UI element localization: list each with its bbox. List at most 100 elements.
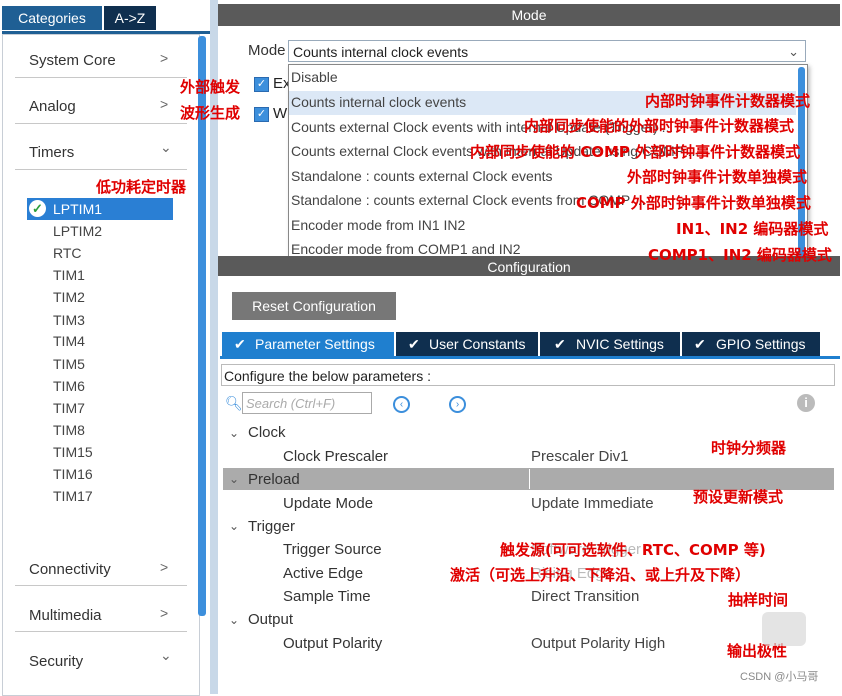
chevron-right-icon[interactable]: > xyxy=(160,50,168,66)
group-preload[interactable]: Preload xyxy=(248,471,300,488)
mode-header: Mode xyxy=(218,4,840,26)
param-clock-prescaler-value[interactable]: Prescaler Div1 xyxy=(531,448,629,465)
timer-item-tim5[interactable]: TIM5 xyxy=(53,356,85,372)
timer-item-tim16[interactable]: TIM16 xyxy=(53,466,93,482)
chevron-down-icon[interactable]: ⌄ xyxy=(229,519,239,533)
divider xyxy=(15,169,187,170)
annotation-opt-standalone-comp: COMP 外部时钟事件计数单独模式 xyxy=(576,194,811,212)
timer-item-lptim1[interactable]: ✓ LPTIM1 xyxy=(27,198,173,220)
mode-select[interactable]: Counts internal clock events ⌄ xyxy=(288,40,806,62)
chevron-down-icon[interactable]: ⌄ xyxy=(160,647,172,664)
divider xyxy=(529,469,530,489)
search-next-icon[interactable]: › xyxy=(449,396,466,413)
tab-label: GPIO Settings xyxy=(716,336,806,352)
tab-user-constants[interactable]: ✔ User Constants xyxy=(396,332,538,356)
timer-item-tim17[interactable]: TIM17 xyxy=(53,488,93,504)
option-disable[interactable]: Disable xyxy=(291,69,338,85)
left-scrollbar[interactable] xyxy=(198,36,206,616)
option-encoder-comp1-in2[interactable]: Encoder mode from COMP1 and IN2 xyxy=(291,241,521,257)
annotation-opt-ext-sync: 内部同步使能的外部时钟事件计数器模式 xyxy=(524,117,795,135)
divider xyxy=(15,123,187,124)
left-pane: Categories A->Z System Core > Analog > T… xyxy=(0,0,210,696)
option-standalone[interactable]: Standalone : counts external Clock event… xyxy=(291,168,553,184)
timer-label: LPTIM1 xyxy=(53,201,103,217)
param-trigger-source-name: Trigger Source xyxy=(283,541,382,558)
timer-item-tim7[interactable]: TIM7 xyxy=(53,400,85,416)
configure-hint: Configure the below parameters : xyxy=(221,364,835,386)
checkbox-waveform-label: W xyxy=(273,105,288,122)
category-multimedia[interactable]: Multimedia xyxy=(29,607,102,624)
timer-item-tim15[interactable]: TIM15 xyxy=(53,444,93,460)
timer-item-tim4[interactable]: TIM4 xyxy=(53,333,85,349)
param-output-polarity-value[interactable]: Output Polarity High xyxy=(531,635,665,652)
annotation-waveform: 波形生成 xyxy=(180,104,241,122)
param-sample-time-name: Sample Time xyxy=(283,588,371,605)
search-prev-icon[interactable]: ‹ xyxy=(393,396,410,413)
option-encoder-in1-in2[interactable]: Encoder mode from IN1 IN2 xyxy=(291,217,465,233)
annotation-edge: 激活（可选上升沿、下降沿、或上升及下降） xyxy=(450,566,751,584)
mode-select-value: Counts internal clock events xyxy=(293,44,469,60)
watermark: CSDN @小马哥 xyxy=(740,671,819,683)
check-circle-icon: ✔ xyxy=(554,336,566,352)
category-connectivity[interactable]: Connectivity xyxy=(29,561,111,578)
annotation-opt-encoder-comp: COMP1、IN2 编码器模式 xyxy=(648,246,832,264)
tab-nvic-settings[interactable]: ✔ NVIC Settings xyxy=(540,332,680,356)
tab-a-z[interactable]: A->Z xyxy=(104,6,156,30)
chevron-down-icon[interactable]: ⌄ xyxy=(160,139,172,156)
chevron-right-icon[interactable]: > xyxy=(160,96,168,112)
group-output[interactable]: Output xyxy=(248,611,293,628)
annotation-sample: 抽样时间 xyxy=(728,591,789,609)
chevron-down-icon[interactable]: ⌄ xyxy=(229,426,239,440)
checkbox-ext-trigger[interactable]: ✓ xyxy=(254,77,269,92)
annotation-opt-internal: 内部时钟事件计数器模式 xyxy=(645,92,811,110)
param-active-edge-name: Active Edge xyxy=(283,565,364,582)
mode-label: Mode xyxy=(248,42,286,59)
timer-item-tim8[interactable]: TIM8 xyxy=(53,422,85,438)
chevron-down-icon: ⌄ xyxy=(788,44,799,59)
annotation-low-power-timer: 低功耗定时器 xyxy=(96,178,187,196)
annotation-opt-encoder: IN1、IN2 编码器模式 xyxy=(676,220,829,238)
tab-categories[interactable]: Categories xyxy=(2,6,102,30)
category-security[interactable]: Security xyxy=(29,653,83,670)
tab-gpio-settings[interactable]: ✔ GPIO Settings xyxy=(682,332,820,356)
param-sample-time-value[interactable]: Direct Transition xyxy=(531,588,639,605)
group-trigger[interactable]: Trigger xyxy=(248,518,295,535)
chevron-down-icon[interactable]: ⌄ xyxy=(229,613,239,627)
info-icon[interactable]: i xyxy=(797,394,815,412)
search-input[interactable]: Search (Ctrl+F) xyxy=(242,392,372,414)
check-circle-icon: ✓ xyxy=(29,200,46,217)
timer-item-tim1[interactable]: TIM1 xyxy=(53,267,85,283)
tab-label: User Constants xyxy=(429,336,526,352)
tab-parameter-settings[interactable]: ✔ Parameter Settings xyxy=(222,332,394,356)
divider xyxy=(15,585,187,586)
timer-item-rtc[interactable]: RTC xyxy=(53,245,82,261)
category-system-core[interactable]: System Core xyxy=(29,52,116,69)
annotation-trigger-src: 触发源(可可选软件、RTC、COMP 等) xyxy=(500,541,766,559)
timer-item-lptim2[interactable]: LPTIM2 xyxy=(53,223,102,239)
chevron-right-icon[interactable]: > xyxy=(160,605,168,621)
category-timers[interactable]: Timers xyxy=(29,144,74,161)
timer-item-tim6[interactable]: TIM6 xyxy=(53,378,85,394)
annotation-preload-mode: 预设更新模式 xyxy=(693,488,784,506)
timer-item-tim3[interactable]: TIM3 xyxy=(53,312,85,328)
tab-label: Parameter Settings xyxy=(255,336,375,352)
chevron-down-icon[interactable]: ⌄ xyxy=(229,472,239,486)
annotation-ext-trigger: 外部触发 xyxy=(180,78,241,96)
check-circle-icon: ✔ xyxy=(408,336,420,352)
reset-configuration-button[interactable]: Reset Configuration xyxy=(232,292,396,320)
option-internal-clock[interactable]: Counts internal clock events xyxy=(291,94,466,110)
timer-item-tim2[interactable]: TIM2 xyxy=(53,289,85,305)
divider xyxy=(15,631,187,632)
watermark-logo-icon xyxy=(762,612,806,646)
param-update-mode-value[interactable]: Update Immediate xyxy=(531,495,654,512)
checkbox-waveform[interactable]: ✓ xyxy=(254,107,269,122)
check-circle-icon: ✔ xyxy=(694,336,706,352)
category-analog[interactable]: Analog xyxy=(29,98,76,115)
annotation-clock-div: 时钟分频器 xyxy=(711,439,787,457)
tab-label: NVIC Settings xyxy=(576,336,664,352)
category-list: System Core > Analog > Timers ⌄ ✓ LPTIM1… xyxy=(2,34,200,696)
chevron-right-icon[interactable]: > xyxy=(160,559,168,575)
param-output-polarity-name: Output Polarity xyxy=(283,635,383,652)
group-clock[interactable]: Clock xyxy=(248,424,286,441)
annotation-opt-ext-comp: 内部同步使能的 COMP 外部时钟事件计数器模式 xyxy=(470,143,801,161)
